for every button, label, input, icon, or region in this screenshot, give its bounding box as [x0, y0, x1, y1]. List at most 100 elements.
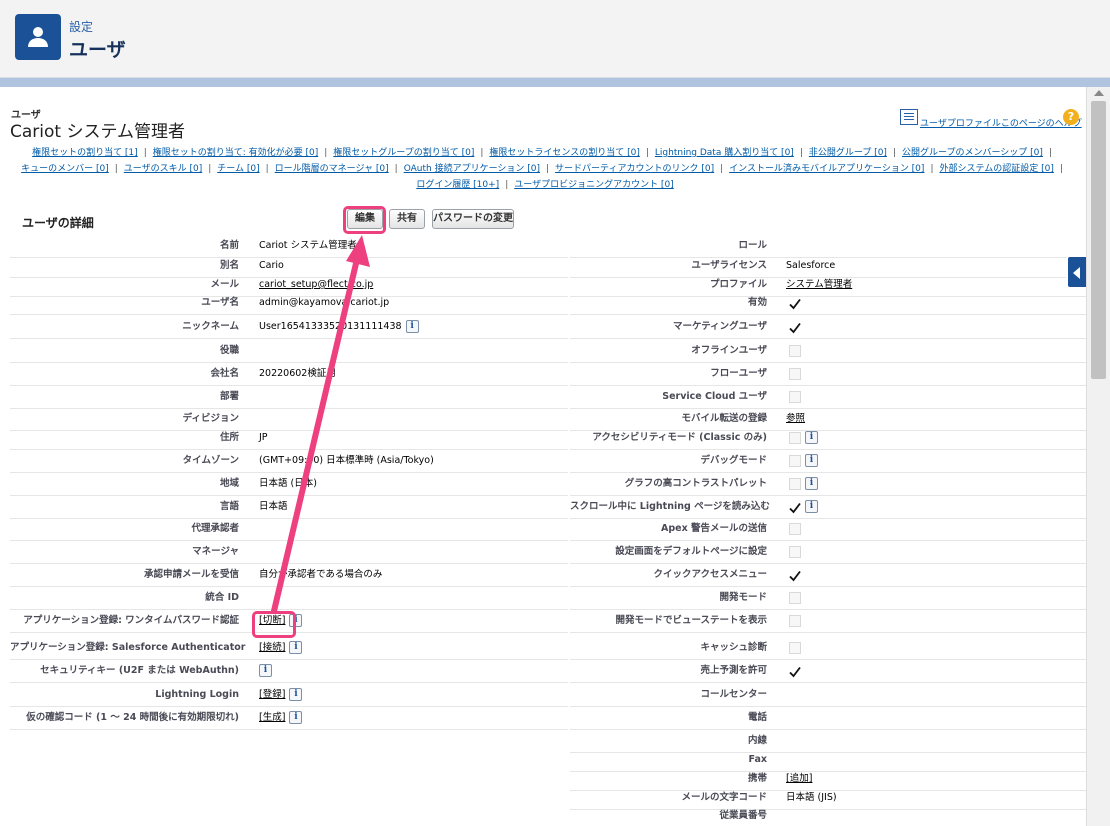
record-name: Cariot システム管理者 [10, 122, 185, 142]
field-row-timezone: タイムゾーン (GMT+09:00) 日本標準時 (Asia/Tokyo) [10, 450, 568, 473]
field-row-company: 会社名 20220602検証用 [10, 363, 568, 386]
related-list-links-3: ログイン履歴 [10+] | ユーザプロビジョニングアカウント [0] [416, 180, 674, 190]
field-row-cache-diag: キャッシュ診断 [570, 637, 1086, 660]
view-link[interactable]: 参照 [786, 413, 805, 424]
email-link[interactable]: cariot_setup@flect.co.jp [259, 279, 373, 290]
field-row-app-sf-authenticator: アプリケーション登録: Salesforce Authenticator [接続]… [10, 637, 568, 660]
field-row-forecast: 売上予測を許可 [570, 660, 1086, 683]
help-link[interactable]: ユーザプロファイルこのページのヘルプ [920, 116, 1082, 129]
field-row-call-center: コールセンター [570, 684, 1086, 707]
help-area: ユーザプロファイルこのページのヘルプ ? [900, 109, 1082, 129]
rl-public-groups[interactable]: 公開グループのメンバーシップ [0] [902, 148, 1043, 158]
info-icon[interactable]: i [289, 688, 303, 701]
checkbox-icon [789, 367, 801, 380]
field-row-dev-mode: 開発モード [570, 587, 1086, 610]
rl-external-auth[interactable]: 外部システムの認証設定 [0] [939, 164, 1053, 174]
related-list-links-2: キューのメンバー [0] | ユーザのスキル [0] | チーム [0] | ロール階層のマ… [21, 164, 1063, 174]
info-icon[interactable]: i [259, 664, 272, 677]
checkbox-icon [789, 431, 801, 444]
help-page-icon [900, 109, 918, 125]
rl-teams[interactable]: チーム [0] [217, 164, 259, 174]
info-icon[interactable]: i [805, 477, 818, 490]
info-icon[interactable]: i [805, 454, 818, 467]
info-icon[interactable]: i [289, 641, 303, 654]
field-row-username: ユーザ名 admin@kayamova.cariot.jp [10, 292, 568, 315]
register-link[interactable]: [登録] [259, 689, 285, 700]
generate-link[interactable]: [生成] [259, 712, 285, 723]
rl-queue-members[interactable]: キューのメンバー [0] [21, 164, 109, 174]
field-row-scroll-lightning: スクロール中に Lightning ページを読み込む i [570, 496, 1086, 519]
field-row-nickname: ニックネーム User16541333520131111438 i [10, 316, 568, 339]
add-mobile-link[interactable]: [追加] [786, 773, 812, 784]
field-row-federation-id: 統合 ID [10, 587, 568, 610]
chevron-left-icon[interactable] [1066, 255, 1086, 289]
field-row-employee-number: 従業員番号 [570, 805, 1086, 826]
rl-oauth-apps[interactable]: OAuth 接続アプリケーション [0] [404, 164, 540, 174]
rl-third-party[interactable]: サードパーティアカウントのリンク [0] [555, 164, 714, 174]
field-row-title: 役職 [10, 340, 568, 363]
field-row-delegated-approver: 代理承認者 [10, 518, 568, 541]
field-row-phone: 電話 [570, 707, 1086, 730]
info-icon[interactable]: i [405, 320, 419, 333]
checkbox-icon [789, 344, 801, 357]
info-icon[interactable]: i [805, 500, 818, 513]
field-row-setup-default: 設定画面をデフォルトページに設定 [570, 541, 1086, 564]
rl-permission-set-licenses[interactable]: 権限セットライセンスの割り当て [0] [489, 148, 639, 158]
checkbox-icon [789, 545, 801, 558]
field-row-apex-email: Apex 警告メールの送信 [570, 518, 1086, 541]
field-row-locale: 地域 日本語 (日本) [10, 473, 568, 496]
checkbox-icon [789, 641, 801, 654]
field-row-flow-user: フローユーザ [570, 363, 1086, 386]
field-row-service-cloud-user: Service Cloud ユーザ [570, 386, 1086, 409]
connect-link[interactable]: [接続] [259, 642, 285, 653]
checkmark-icon [789, 665, 801, 677]
rl-mobile-apps[interactable]: インストール済みモバイルアプリケーション [0] [729, 164, 924, 174]
section-title: ユーザの詳細 [22, 216, 94, 230]
scroll-thumb[interactable] [1091, 101, 1106, 379]
change-password-button[interactable]: パスワードの変更 [432, 209, 514, 229]
header-stripe [0, 78, 1110, 87]
rl-provisioning[interactable]: ユーザプロビジョニングアカウント [0] [514, 180, 673, 190]
share-button[interactable]: 共有 [389, 209, 425, 229]
field-row-high-contrast: グラフの高コントラストパレット i [570, 473, 1086, 496]
disconnect-highlight [252, 611, 296, 638]
help-question-icon[interactable]: ? [1063, 109, 1079, 125]
checkbox-icon [789, 454, 801, 467]
rl-permission-sets[interactable]: 権限セットの割り当て [1] [32, 148, 138, 158]
field-row-approval-email: 承認申請メールを受信 自分が承認者である場合のみ [10, 564, 568, 587]
field-row-security-key: セキュリティキー (U2F または WebAuthn) i [10, 660, 568, 683]
field-row-quick-access: クイックアクセスメニュー [570, 564, 1086, 587]
checkmark-icon [789, 297, 801, 309]
user-avatar-icon [15, 14, 61, 60]
info-icon[interactable]: i [805, 431, 818, 444]
breadcrumb[interactable]: 設定 [69, 18, 93, 35]
rl-user-skills[interactable]: ユーザのスキル [0] [124, 164, 202, 174]
rl-lightning-data[interactable]: Lightning Data 購入割り当て [0] [655, 148, 794, 158]
field-row-temp-code: 仮の確認コード (1 ～ 24 時間後に有効期限切れ) [生成] i [10, 707, 568, 730]
rl-role-managers[interactable]: ロール階層のマネージャ [0] [275, 164, 389, 174]
checkbox-icon [789, 522, 801, 535]
edit-button-highlight [343, 206, 386, 234]
checkmark-icon [789, 501, 801, 513]
info-icon[interactable]: i [289, 711, 303, 724]
checkmark-icon [789, 321, 801, 333]
rl-permission-sets-activation[interactable]: 権限セットの割り当て: 有効化が必要 [0] [153, 148, 319, 158]
checkbox-icon [789, 477, 801, 490]
field-row-accessibility: アクセシビリティモード (Classic のみ) i [570, 427, 1086, 450]
user-detail-page: ユーザ Cariot システム管理者 ユーザプロファイルこのページのヘルプ ? … [0, 87, 1086, 826]
related-list-links-1: 権限セットの割り当て [1] | 権限セットの割り当て: 有効化が必要 [0] | 権限… [32, 148, 1052, 158]
field-row-lightning-login: Lightning Login [登録] i [10, 684, 568, 707]
scroll-up-arrow-icon[interactable] [1094, 90, 1104, 96]
field-row-department: 部署 [10, 386, 568, 409]
rl-permission-set-groups[interactable]: 権限セットグループの割り当て [0] [333, 148, 474, 158]
field-row-marketing-user: マーケティングユーザ [570, 316, 1086, 339]
field-row-debug-mode: デバッグモード i [570, 450, 1086, 473]
page-scrollbar[interactable] [1086, 87, 1110, 826]
profile-link[interactable]: システム管理者 [786, 279, 852, 290]
rl-private-groups[interactable]: 非公開グループ [0] [809, 148, 887, 158]
rl-login-history[interactable]: ログイン履歴 [10+] [416, 180, 499, 190]
page-title: ユーザ [69, 39, 126, 61]
field-row-offline-user: オフラインユーザ [570, 340, 1086, 363]
field-row-language: 言語 日本語 [10, 496, 568, 519]
field-row-manager: マネージャ [10, 541, 568, 564]
